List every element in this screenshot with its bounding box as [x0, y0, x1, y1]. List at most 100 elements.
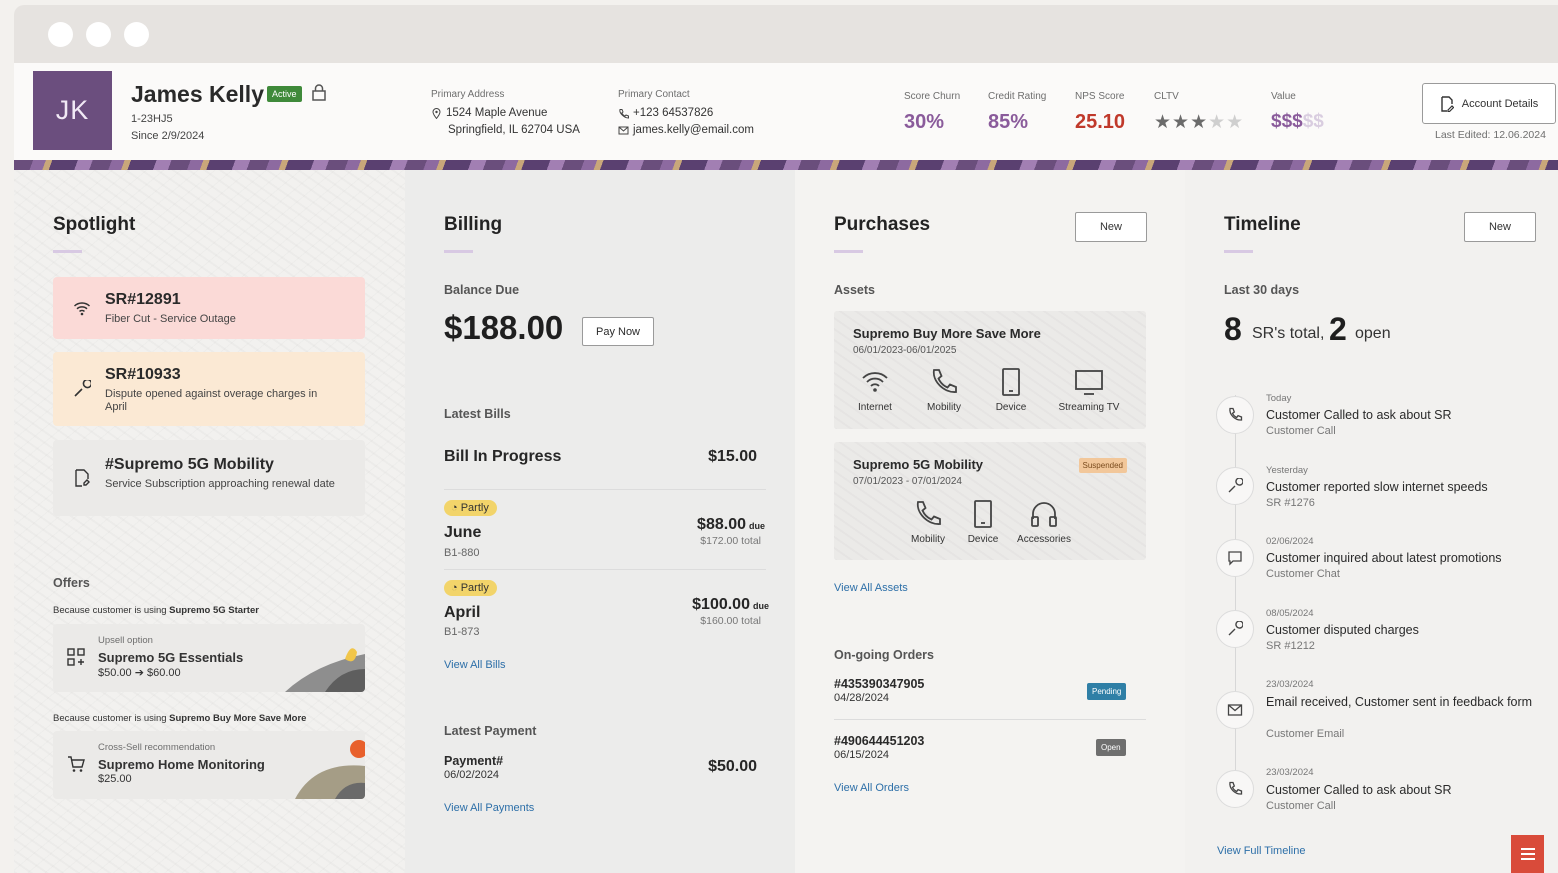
- timeline-connector: [1235, 395, 1236, 805]
- order-date: 04/28/2024: [834, 692, 890, 704]
- latest-payment-label: Latest Payment: [444, 724, 537, 738]
- window-minimize-dot[interactable]: [86, 22, 111, 47]
- view-all-orders-link[interactable]: View All Orders: [834, 782, 909, 794]
- partly-badge: ◔ Partly: [444, 500, 497, 516]
- view-all-assets-link[interactable]: View All Assets: [834, 582, 908, 594]
- spotlight-card-desc: Dispute opened against overage charges i…: [105, 388, 318, 413]
- asset-card-buy-more[interactable]: Supremo Buy More Save More 06/01/2023-06…: [834, 311, 1146, 429]
- contact-phone[interactable]: +123 64537826: [633, 107, 713, 119]
- offers-label: Offers: [53, 576, 90, 590]
- headphones-icon: [1031, 502, 1057, 527]
- cltv-stars: ★★★★★: [1154, 112, 1245, 133]
- title-underline: [1224, 250, 1253, 253]
- credit-rating-value: 85%: [988, 111, 1029, 133]
- order-date: 06/15/2024: [834, 749, 890, 761]
- timeline-event-title[interactable]: Customer disputed charges: [1266, 622, 1546, 638]
- offer-card-cross-sell[interactable]: Cross-Sell recommendation Supremo Home M…: [53, 731, 365, 799]
- timeline-event-title[interactable]: Customer inquired about latest promotion…: [1266, 550, 1546, 566]
- partly-badge: ◔ Partly: [444, 580, 497, 596]
- spotlight-card-supremo-5g[interactable]: #Supremo 5G Mobility Service Subscriptio…: [53, 440, 365, 516]
- asset-item-device[interactable]: Device: [962, 499, 1004, 545]
- bill-total: $172.00 total: [700, 535, 761, 547]
- view-full-timeline-link[interactable]: View Full Timeline: [1217, 845, 1305, 857]
- bill-code: B1-873: [444, 626, 480, 638]
- timeline-event-date: 02/06/2024: [1266, 536, 1314, 547]
- asset-item-accessories[interactable]: Accessories: [1015, 499, 1073, 545]
- payment-amount: $50.00: [708, 758, 757, 775]
- period-label: Last 30 days: [1224, 283, 1300, 297]
- document-edit-icon: [1441, 95, 1454, 112]
- offer-card-upsell[interactable]: Upsell option Supremo 5G Essentials $50.…: [53, 624, 365, 692]
- asset-item-device[interactable]: Device: [990, 367, 1032, 413]
- contact-label: Primary Contact: [618, 89, 690, 100]
- account-details-button[interactable]: Account Details: [1422, 83, 1556, 124]
- hamburger-menu-icon: [1520, 848, 1535, 860]
- phone-icon: [1229, 407, 1243, 421]
- spotlight-card-title: SR#12891: [105, 291, 181, 308]
- wrench-icon: [74, 380, 91, 397]
- timeline-new-button[interactable]: New: [1464, 212, 1536, 242]
- bill-due-amount: $88.00 due: [697, 516, 765, 533]
- timeline-event-icon[interactable]: [1216, 770, 1254, 808]
- bill-in-progress-amount: $15.00: [708, 448, 757, 465]
- purchases-new-button[interactable]: New: [1075, 212, 1147, 242]
- spotlight-card-sr10933[interactable]: SR#10933 Dispute opened against overage …: [53, 352, 365, 426]
- timeline-event-title[interactable]: Email received, Customer sent in feedbac…: [1266, 694, 1546, 710]
- asset-item-internet[interactable]: Internet: [854, 367, 896, 413]
- app-window: JK James Kelly Active 1-23HJ5 Since 2/9/…: [14, 5, 1558, 873]
- bill-total: $160.00 total: [700, 615, 761, 627]
- asset-card-5g-mobility[interactable]: Supremo 5G Mobility Suspended 07/01/2023…: [834, 442, 1146, 560]
- view-all-bills-link[interactable]: View All Bills: [444, 659, 506, 671]
- offer-type: Upsell option: [98, 635, 153, 646]
- window-close-dot[interactable]: [48, 22, 73, 47]
- timeline-event-icon[interactable]: [1216, 539, 1254, 577]
- view-all-payments-link[interactable]: View All Payments: [444, 802, 534, 814]
- payment-title: Payment#: [444, 754, 504, 768]
- balance-due-label: Balance Due: [444, 283, 520, 297]
- wrench-icon: [1228, 478, 1243, 493]
- bill-due-amount: $100.00 due: [692, 596, 769, 613]
- cart-icon: [68, 756, 85, 772]
- asset-item-label: Device: [995, 402, 1027, 413]
- window-maximize-dot[interactable]: [124, 22, 149, 47]
- timeline-event-icon[interactable]: [1216, 467, 1254, 505]
- nps-score-label: NPS Score: [1075, 91, 1125, 102]
- timeline-event-icon[interactable]: [1216, 691, 1254, 729]
- timeline-event-title[interactable]: Customer Called to ask about SR: [1266, 782, 1546, 798]
- timeline-event-sub: Customer Chat: [1266, 568, 1340, 580]
- divider: [834, 719, 1146, 720]
- contact-email[interactable]: james.kelly@email.com: [633, 124, 754, 136]
- address-label: Primary Address: [431, 89, 505, 100]
- asset-item-label: Accessories: [1017, 534, 1071, 545]
- cltv-label: CLTV: [1154, 91, 1179, 102]
- order-id[interactable]: #490644451203: [834, 734, 924, 748]
- asset-item-streaming-tv[interactable]: Streaming TV: [1056, 367, 1122, 413]
- spotlight-card-title: SR#10933: [105, 366, 181, 383]
- bill-in-progress-label: Bill In Progress: [444, 448, 562, 465]
- order-id[interactable]: #435390347905: [834, 677, 924, 691]
- bill-month[interactable]: June: [444, 524, 481, 542]
- ongoing-orders-label: On-going Orders: [834, 648, 934, 662]
- timeline-event-title[interactable]: Customer reported slow internet speeds: [1266, 479, 1546, 495]
- menu-button[interactable]: [1511, 835, 1544, 873]
- spotlight-card-sr12891[interactable]: SR#12891 Fiber Cut - Service Outage: [53, 277, 365, 339]
- pending-badge: Pending: [1087, 683, 1127, 700]
- timeline-panel: Timeline New Last 30 days 8 SR's total, …: [1185, 170, 1558, 873]
- score-churn-label: Score Churn: [904, 91, 961, 102]
- decorative-band: [14, 160, 1558, 170]
- sr-open-count: 2: [1329, 311, 1347, 347]
- sr-open-text: open: [1355, 325, 1391, 342]
- timeline-event-icon[interactable]: [1216, 610, 1254, 648]
- asset-item-mobility[interactable]: Mobility: [906, 499, 950, 545]
- pay-now-button[interactable]: Pay Now: [582, 317, 654, 346]
- timeline-event-icon[interactable]: [1216, 396, 1254, 434]
- timeline-event-title[interactable]: Customer Called to ask about SR: [1266, 407, 1546, 423]
- timeline-event-sub: SR #1212: [1266, 640, 1315, 652]
- lock-icon[interactable]: [311, 84, 327, 101]
- offer-illustration: [295, 740, 365, 799]
- mail-icon: [1227, 704, 1243, 716]
- bill-month[interactable]: April: [444, 604, 480, 622]
- asset-item-mobility[interactable]: Mobility: [922, 367, 966, 413]
- document-icon: [75, 469, 90, 487]
- spotlight-card-desc: Fiber Cut - Service Outage: [105, 313, 236, 325]
